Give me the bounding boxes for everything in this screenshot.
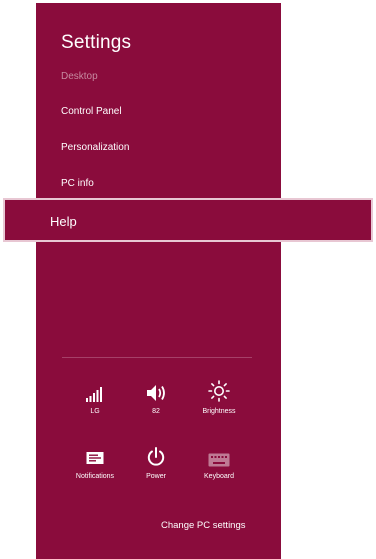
keyboard-label: Keyboard (204, 473, 234, 480)
volume-label: 82 (152, 408, 160, 415)
brightness-icon (184, 378, 254, 402)
volume-tile[interactable]: 82 (121, 378, 191, 415)
notifications-label: Notifications (75, 473, 115, 480)
divider (62, 357, 252, 358)
notifications-tile[interactable]: Notifications (60, 443, 130, 480)
network-signal-icon (60, 378, 130, 402)
settings-charm-panel: Settings Desktop Control Panel Personali… (36, 3, 281, 559)
notifications-icon (60, 443, 130, 467)
menu-item-personalization[interactable]: Personalization (61, 142, 129, 153)
power-tile[interactable]: Power (121, 443, 191, 480)
keyboard-tile[interactable]: Keyboard (184, 443, 254, 480)
network-label: LG (90, 408, 100, 415)
menu-item-control-panel[interactable]: Control Panel (61, 106, 122, 117)
menu-item-pc-info[interactable]: PC info (61, 178, 94, 189)
help-label: Help (50, 214, 77, 229)
menu-item-help[interactable]: Help (3, 198, 373, 242)
keyboard-icon (184, 443, 254, 467)
volume-icon (121, 378, 191, 402)
power-icon (121, 443, 191, 467)
network-tile[interactable]: LG (60, 378, 130, 415)
brightness-tile[interactable]: Brightness (184, 378, 254, 415)
power-label: Power (146, 473, 166, 480)
brightness-label: Brightness (202, 408, 236, 415)
menu-item-desktop: Desktop (61, 71, 98, 82)
panel-title: Settings (61, 32, 132, 53)
change-pc-settings-link[interactable]: Change PC settings (161, 520, 246, 531)
